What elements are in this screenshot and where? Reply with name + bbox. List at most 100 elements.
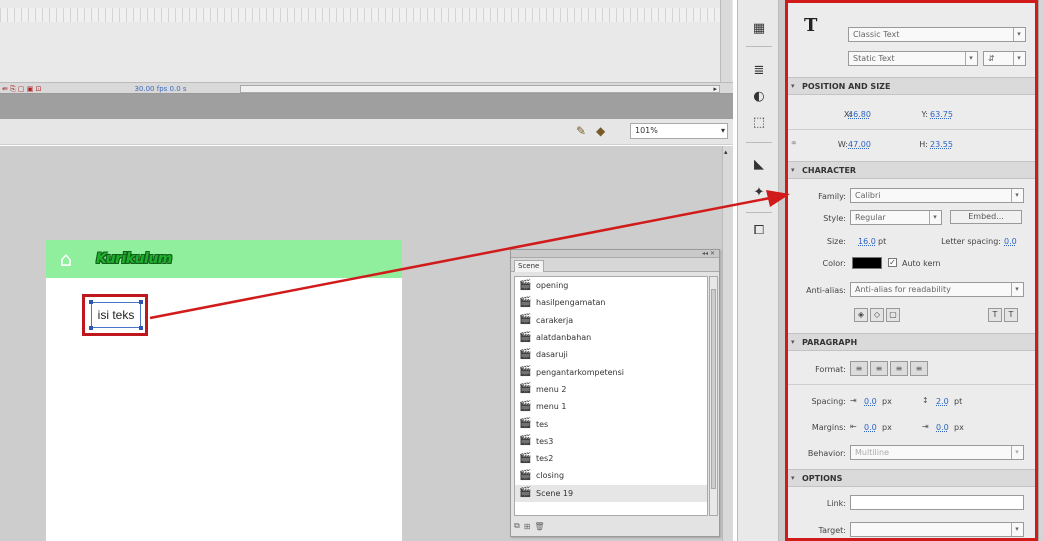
list-item[interactable]: 🎬 dasaruji [515, 346, 707, 363]
scene-list-scrollbar[interactable] [709, 276, 718, 516]
show-border-icon[interactable]: ▢ [886, 308, 900, 322]
w-value[interactable]: 47.00 [848, 140, 871, 149]
selected-text-field[interactable]: isi teks [91, 302, 141, 328]
resize-handle[interactable] [139, 326, 143, 330]
selectable-icon[interactable]: ◈ [854, 308, 868, 322]
letter-spacing-label: Letter spacing: [941, 237, 1001, 246]
scroll-right-arrow-icon[interactable]: ▸ [713, 85, 717, 93]
stage-toolbar: ✎ ◆ 101% ▾ [0, 119, 733, 145]
list-item[interactable]: 🎬 tes [515, 415, 707, 432]
timeline-vertical-scrollbar[interactable] [720, 0, 732, 84]
align-right-icon[interactable]: ≡ [890, 361, 908, 376]
section-position-size[interactable]: ▾ POSITION AND SIZE [788, 77, 1035, 95]
section-paragraph[interactable]: ▾ PARAGRAPH [788, 333, 1035, 351]
link-input[interactable] [850, 495, 1024, 510]
scene-name: menu 2 [536, 384, 567, 394]
resize-handle[interactable] [89, 326, 93, 330]
onion-skin-tools[interactable]: ⇚ ⎘ ▢ ▣ ⊡ [2, 85, 41, 94]
library-icon[interactable]: ▦ [750, 20, 768, 38]
panel-collapse-icon[interactable]: ◂◂ ✕ [511, 250, 719, 258]
scene-name: tes3 [536, 436, 554, 446]
superscript-icon[interactable]: T [988, 308, 1002, 322]
timeline-horizontal-scrollbar[interactable]: ▸ [240, 85, 720, 93]
anti-alias-dropdown[interactable]: Anti-alias for readability ▾ [850, 282, 1024, 297]
auto-kern-checkbox[interactable]: ✓ [888, 258, 897, 267]
list-item[interactable]: 🎬 menu 1 [515, 398, 707, 415]
timeline-tools[interactable]: ⇚ ⎘ ▢ ▣ ⊡ 30.00 fps 0.0 s [2, 84, 187, 94]
scene-panel: ◂◂ ✕ Scene 🎬 opening 🎬 hasilpengamatan 🎬 cara… [510, 249, 720, 537]
timeline-status-bar: ⇚ ⎘ ▢ ▣ ⊡ 30.00 fps 0.0 s ▸ [0, 82, 733, 94]
font-family-dropdown[interactable]: Calibri ▾ [850, 188, 1024, 203]
edit-scene-icon[interactable]: ✎ [576, 124, 592, 138]
tab-scene[interactable]: Scene [514, 260, 544, 272]
font-style-dropdown[interactable]: Regular ▾ [850, 210, 942, 225]
target-dropdown[interactable]: ▾ [850, 522, 1024, 537]
h-value[interactable]: 23.55 [930, 140, 953, 149]
list-item[interactable]: 🎬 alatdanbahan [515, 329, 707, 346]
components-icon[interactable]: ◣ [750, 156, 768, 174]
list-item[interactable]: 🎬 pengantarkompetensi [515, 363, 707, 380]
text-orientation-dropdown[interactable]: ⇵ ▾ [983, 51, 1026, 66]
subscript-icon[interactable]: T [1004, 308, 1018, 322]
chevron-down-icon: ▾ [965, 52, 976, 65]
section-character[interactable]: ▾ CHARACTER [788, 161, 1035, 179]
list-item[interactable]: 🎬 closing [515, 467, 707, 484]
divider [788, 384, 1035, 385]
line-spacing-value[interactable]: 2.0 [936, 397, 949, 406]
orientation-icon: ⇵ [988, 54, 995, 63]
text-engine-dropdown[interactable]: Classic Text ▾ [848, 27, 1026, 42]
scene-icon[interactable]: ⧠ [750, 222, 768, 240]
left-margin-icon: ⇤ [850, 422, 857, 431]
letter-spacing-value[interactable]: 0.0 [1004, 237, 1017, 246]
anti-alias-value: Anti-alias for readability [855, 285, 951, 294]
x-value[interactable]: 46.80 [848, 110, 871, 119]
divider [788, 129, 1035, 130]
embed-button[interactable]: Embed... [950, 210, 1022, 224]
resize-handle[interactable] [139, 300, 143, 304]
list-item[interactable]: 🎬 Scene 19 [515, 484, 707, 502]
stage-canvas[interactable]: ⌂ Kurikulum isi teks [46, 240, 402, 541]
home-icon[interactable]: ⌂ [54, 248, 78, 270]
list-item[interactable]: 🎬 hasilpengamatan [515, 294, 707, 311]
list-item[interactable]: 🎬 tes3 [515, 433, 707, 450]
document-tab-strip [0, 94, 733, 119]
text-type-dropdown[interactable]: Static Text ▾ [848, 51, 978, 66]
behavior-dropdown[interactable]: Multiline ▾ [850, 445, 1024, 460]
right-margin-value[interactable]: 0.0 [936, 423, 949, 432]
list-item[interactable]: 🎬 tes2 [515, 450, 707, 467]
list-item[interactable]: 🎬 opening [515, 277, 707, 294]
align-justify-icon[interactable]: ≡ [910, 361, 928, 376]
text-color-swatch[interactable] [852, 257, 882, 269]
timeline-frame-ruler[interactable] [0, 8, 720, 22]
zoom-dropdown[interactable]: 101% ▾ [630, 123, 728, 139]
align-icon[interactable]: ≣ [750, 62, 768, 80]
transform-icon[interactable]: ⬚ [750, 114, 768, 132]
delete-scene-icon[interactable]: 🗑 [534, 522, 544, 531]
link-proportions-icon[interactable]: ⚭ [790, 139, 798, 149]
resize-handle[interactable] [89, 300, 93, 304]
color-icon[interactable]: ◐ [750, 88, 768, 106]
line-spacing-unit: pt [954, 397, 963, 406]
scroll-up-arrow-icon[interactable]: ▴ [724, 148, 728, 156]
stage-vertical-scrollbar[interactable]: ▴ [722, 146, 733, 541]
left-margin-value[interactable]: 0.0 [864, 423, 877, 432]
scene-icon: 🎬 [519, 366, 532, 378]
render-html-icon[interactable]: ◇ [870, 308, 884, 322]
edit-symbols-icon[interactable]: ◆ [596, 124, 612, 138]
add-scene-icon[interactable]: ⊞ [524, 522, 531, 531]
duplicate-scene-icon[interactable]: ⧉ [514, 521, 520, 531]
list-item[interactable]: 🎬 carakerja [515, 312, 707, 329]
align-center-icon[interactable]: ≡ [870, 361, 888, 376]
anti-alias-label: Anti-alias: [806, 286, 846, 295]
tool-divider [746, 212, 772, 213]
indent-value[interactable]: 0.0 [864, 397, 877, 406]
scene-name: tes [536, 419, 549, 429]
align-left-icon[interactable]: ≡ [850, 361, 868, 376]
motion-presets-icon[interactable]: ✦ [750, 184, 768, 202]
list-item[interactable]: 🎬 menu 2 [515, 381, 707, 398]
section-options[interactable]: ▾ OPTIONS [788, 469, 1035, 487]
y-value[interactable]: 63.75 [930, 110, 953, 119]
font-size-value[interactable]: 16.0 [858, 237, 876, 246]
chevron-down-icon: ▾ [1011, 523, 1022, 536]
scrollbar-thumb[interactable] [711, 289, 716, 489]
